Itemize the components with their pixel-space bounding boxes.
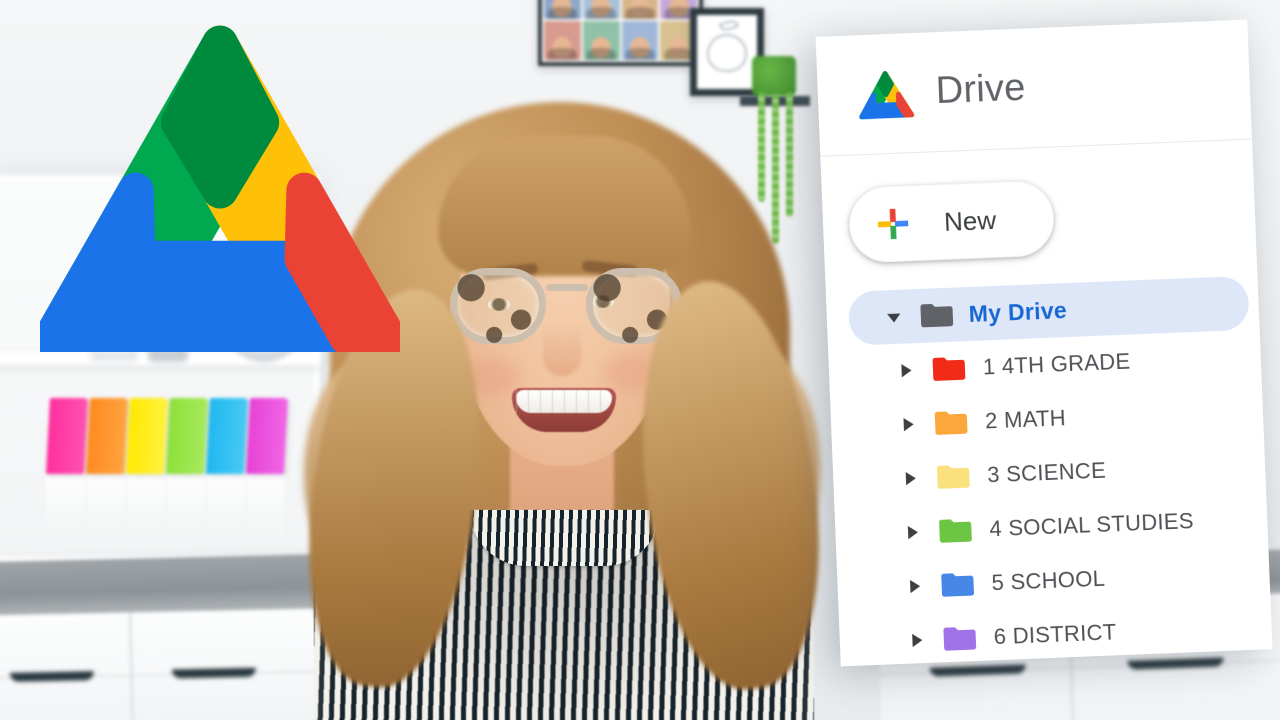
tree-item-label: 5 SCHOOL [991, 565, 1106, 596]
tree-item-label: 3 SCIENCE [986, 457, 1107, 488]
tree-item-label: 2 MATH [984, 405, 1067, 434]
caret-right-icon[interactable] [901, 521, 924, 544]
caret-right-icon[interactable] [905, 629, 928, 652]
folder-icon [936, 464, 970, 489]
caret-down-icon[interactable] [882, 306, 905, 329]
folder-icon [939, 518, 972, 543]
tree-item-label: 1 4TH GRADE [982, 348, 1131, 380]
nose [543, 324, 581, 376]
google-drive-logo-small [859, 70, 915, 119]
new-button-label: New [943, 204, 997, 237]
smile [512, 388, 616, 432]
caret-right-icon[interactable] [899, 467, 922, 490]
drive-wordmark: Drive [934, 66, 1027, 113]
logo-green-dark [160, 25, 280, 209]
shirt-collar [470, 510, 660, 566]
tree-item-label: 4 SOCIAL STUDIES [988, 508, 1195, 542]
panel-header: Drive [815, 19, 1253, 157]
new-button[interactable]: New [847, 179, 1056, 264]
plus-icon [877, 208, 909, 240]
folder-icon [920, 303, 954, 327]
caret-right-icon[interactable] [903, 575, 926, 598]
folder-icon [932, 357, 966, 381]
file-pink [46, 398, 88, 474]
hair-front-top [438, 136, 690, 276]
file-green [166, 398, 208, 474]
folder-icon [941, 572, 974, 597]
google-drive-sidebar-panel: Drive New My Drive 1 4TH GRADE 2 MATH 3 … [815, 19, 1273, 670]
drawer-unit-left [0, 608, 327, 720]
drive-folder-tree: My Drive 1 4TH GRADE 2 MATH 3 SCIENCE 4 … [826, 275, 1273, 670]
file-blue [206, 398, 248, 474]
logo-red-wedge [284, 172, 407, 356]
caret-right-icon[interactable] [897, 413, 920, 436]
tree-item-label: My Drive [968, 296, 1068, 327]
google-drive-logo [33, 22, 407, 356]
file-orange [86, 398, 128, 474]
student-photo-collage [538, 0, 703, 66]
caret-right-icon[interactable] [895, 359, 918, 382]
logo-blue-left [33, 172, 156, 356]
folder-icon [934, 410, 968, 435]
magazine-files [46, 398, 296, 536]
folder-icon [943, 626, 977, 651]
file-yellow [126, 398, 168, 474]
file-magenta [246, 398, 288, 474]
tree-item-label: 6 DISTRICT [993, 619, 1117, 650]
